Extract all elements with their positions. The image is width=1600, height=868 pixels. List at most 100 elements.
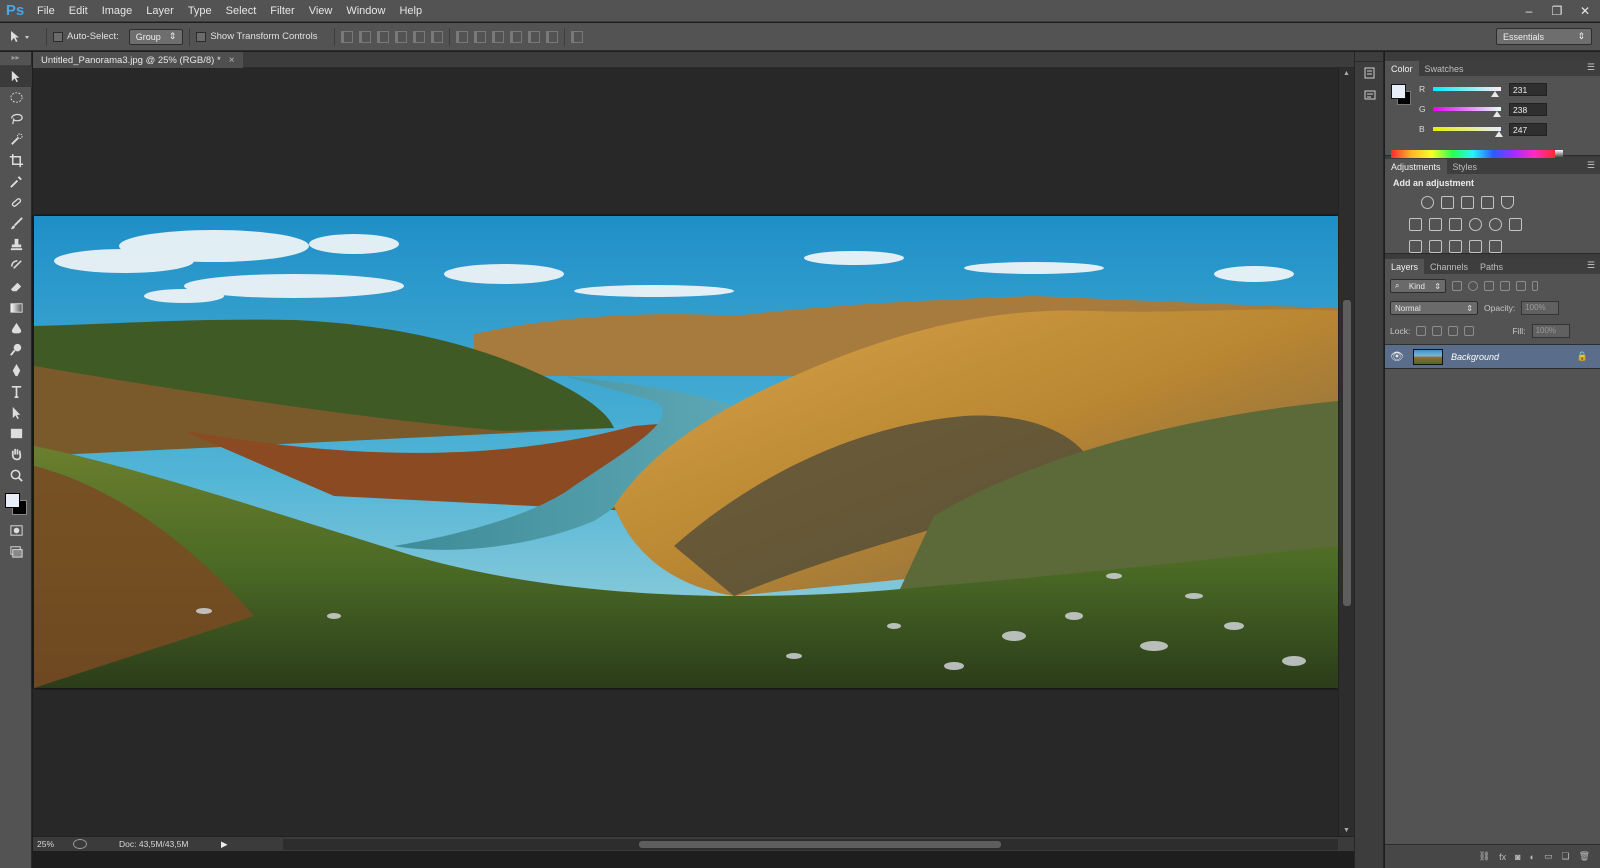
dodge-tool[interactable] (0, 339, 32, 360)
status-menu-arrow-icon[interactable]: ▶ (221, 839, 228, 850)
invert-icon[interactable] (1409, 240, 1422, 253)
lock-all-icon[interactable] (1464, 326, 1475, 336)
levels-icon[interactable] (1441, 196, 1454, 209)
auto-align-layers-icon[interactable] (570, 30, 583, 43)
canvas-area[interactable] (33, 68, 1338, 836)
scroll-up-icon[interactable]: ▲ (1343, 70, 1350, 77)
green-slider[interactable] (1433, 107, 1501, 117)
foreground-color-swatch[interactable] (1391, 84, 1406, 99)
selective-color-icon[interactable] (1469, 240, 1482, 253)
fill-field[interactable]: 100% (1531, 324, 1570, 338)
eyedropper-tool[interactable] (0, 171, 32, 192)
gradient-map-icon[interactable] (1489, 240, 1502, 253)
slider-handle[interactable] (1493, 111, 1501, 117)
horizontal-scrollbar[interactable] (283, 839, 1338, 850)
checkbox-box[interactable] (196, 31, 207, 42)
marquee-tool[interactable] (0, 87, 32, 108)
red-value-field[interactable]: 231 (1509, 82, 1547, 96)
tab-color[interactable]: Color (1385, 61, 1419, 76)
hue-saturation-icon[interactable] (1409, 218, 1422, 231)
group-icon[interactable]: ▭ (1544, 851, 1553, 862)
filter-kind-dropdown[interactable]: ⌕ Kind ⇕ (1390, 279, 1446, 293)
workspace-switcher[interactable]: Essentials ⇕ (1496, 28, 1592, 45)
vertical-scrollbar[interactable]: ▲ ▼ (1338, 68, 1354, 836)
blend-mode-dropdown[interactable]: Normal ⇕ (1390, 301, 1478, 315)
mask-icon[interactable]: ◙ (1515, 852, 1520, 862)
filter-pixel-icon[interactable] (1452, 281, 1462, 291)
fx-icon[interactable]: fx (1499, 852, 1506, 862)
posterize-icon[interactable] (1429, 240, 1442, 253)
link-icon[interactable]: ⛓ (1479, 851, 1490, 862)
gradient-tool[interactable] (0, 297, 32, 318)
panel-grip[interactable] (1355, 52, 1383, 62)
filter-toggle-icon[interactable] (1532, 281, 1538, 291)
move-tool[interactable] (0, 66, 32, 87)
properties-panel-button[interactable] (1355, 84, 1385, 106)
distribute-bottom-icon[interactable] (491, 30, 504, 43)
tab-styles[interactable]: Styles (1447, 159, 1484, 174)
red-slider[interactable] (1433, 87, 1501, 97)
color-lookup-icon[interactable] (1509, 218, 1522, 231)
lasso-tool[interactable] (0, 108, 32, 129)
blue-value-field[interactable]: 247 (1509, 122, 1547, 136)
foreground-color-swatch[interactable] (5, 493, 20, 508)
scroll-thumb[interactable] (639, 841, 1001, 848)
distribute-hcenter-icon[interactable] (527, 30, 540, 43)
tab-layers[interactable]: Layers (1385, 259, 1425, 274)
show-transform-controls-checkbox[interactable]: Show Transform Controls (196, 31, 318, 42)
close-tab-icon[interactable]: × (229, 55, 235, 66)
quick-select-tool[interactable] (0, 129, 32, 150)
align-left-icon[interactable] (394, 30, 407, 43)
menu-help[interactable]: Help (392, 0, 429, 22)
align-vcenter-icon[interactable] (358, 30, 371, 43)
menu-window[interactable]: Window (339, 0, 392, 22)
align-bottom-icon[interactable] (376, 30, 389, 43)
menu-select[interactable]: Select (219, 0, 264, 22)
scroll-down-icon[interactable]: ▼ (1343, 827, 1350, 834)
scroll-thumb[interactable] (1343, 300, 1351, 606)
opacity-field[interactable]: 100% (1521, 301, 1560, 315)
quick-mask-button[interactable] (0, 520, 32, 541)
threshold-icon[interactable] (1449, 240, 1462, 253)
eraser-tool[interactable] (0, 276, 32, 297)
brightness-contrast-icon[interactable] (1421, 196, 1434, 209)
distribute-vcenter-icon[interactable] (473, 30, 486, 43)
clone-stamp-tool[interactable] (0, 234, 32, 255)
slider-handle[interactable] (1495, 131, 1503, 137)
tab-adjustments[interactable]: Adjustments (1385, 159, 1447, 174)
blur-tool[interactable] (0, 318, 32, 339)
zoom-level-field[interactable]: 25% (33, 839, 73, 849)
lock-transparent-icon[interactable] (1416, 326, 1427, 336)
layer-name[interactable]: Background (1451, 352, 1577, 362)
layer-thumbnail[interactable] (1413, 348, 1443, 365)
distribute-left-icon[interactable] (509, 30, 522, 43)
new-layer-icon[interactable]: ❏ (1561, 851, 1569, 862)
menu-type[interactable]: Type (181, 0, 219, 22)
tab-swatches[interactable]: Swatches (1419, 61, 1470, 76)
align-right-icon[interactable] (430, 30, 443, 43)
menu-view[interactable]: View (302, 0, 340, 22)
menu-layer[interactable]: Layer (139, 0, 181, 22)
channel-mixer-icon[interactable] (1489, 218, 1502, 231)
color-balance-icon[interactable] (1429, 218, 1442, 231)
proof-icon[interactable] (73, 839, 87, 849)
auto-select-checkbox[interactable]: Auto-Select: (53, 31, 119, 42)
adjustment-layer-icon[interactable]: ◐ (1530, 852, 1535, 862)
menu-filter[interactable]: Filter (263, 0, 301, 22)
brush-tool[interactable] (0, 213, 32, 234)
exposure-icon[interactable] (1481, 196, 1494, 209)
green-value-field[interactable]: 238 (1509, 102, 1547, 116)
crop-tool[interactable] (0, 150, 32, 171)
layer-row-background[interactable]: 👁 Background 🔒 (1385, 345, 1600, 369)
tab-paths[interactable]: Paths (1474, 259, 1509, 274)
menu-image[interactable]: Image (95, 0, 140, 22)
lock-image-icon[interactable] (1432, 326, 1443, 336)
align-top-icon[interactable] (340, 30, 353, 43)
history-brush-tool[interactable] (0, 255, 32, 276)
filter-type-icon[interactable] (1484, 281, 1494, 291)
menu-edit[interactable]: Edit (62, 0, 95, 22)
rectangle-tool[interactable] (0, 423, 32, 444)
checkbox-box[interactable] (53, 31, 63, 42)
panorama-image[interactable] (34, 216, 1338, 688)
tool-preset-picker[interactable] (0, 23, 40, 51)
